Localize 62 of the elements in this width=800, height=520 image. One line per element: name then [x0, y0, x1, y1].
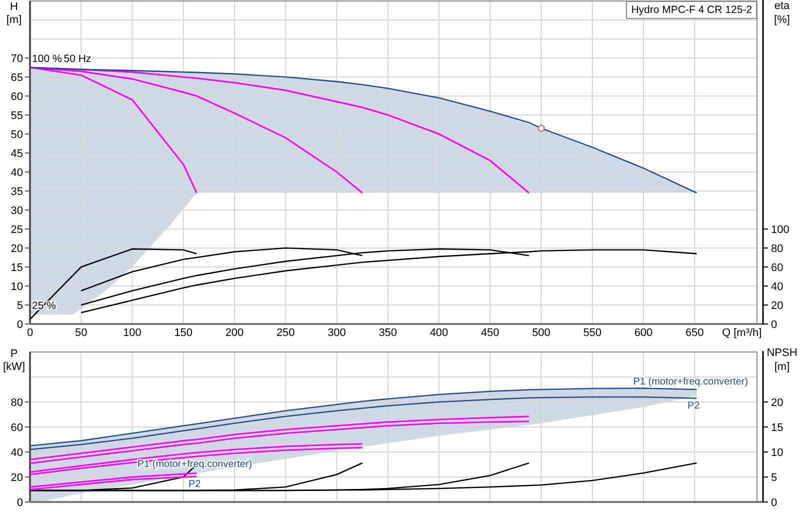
axis-unit: [%] — [774, 14, 790, 26]
curve-label: P1 (motor+freq.converter) — [633, 376, 748, 388]
tick-label: 0 — [771, 497, 778, 509]
axis-title: P — [10, 348, 18, 360]
tick-label: 40 — [10, 447, 23, 459]
tick-label: 100 — [771, 224, 790, 236]
tick-label: 650 — [685, 327, 704, 339]
tick-label: 15 — [771, 422, 784, 434]
curve-label: P1 (motor+freq.converter) — [137, 459, 252, 470]
tick-label: 70 — [10, 53, 23, 65]
tick-label: 25 — [10, 224, 23, 236]
axis-title: Q [m³/h] — [722, 327, 762, 339]
tick-label: 0 — [26, 327, 34, 339]
tick-label: 50 — [10, 129, 23, 141]
tick-label: 20 — [771, 300, 784, 312]
tick-label: 500 — [532, 327, 550, 339]
axis-unit: [m] — [6, 14, 22, 26]
tick-label: 60 — [10, 422, 23, 434]
curve-label: P2 — [687, 400, 700, 412]
tick-label: 60 — [10, 91, 23, 103]
axis-title: NPSH — [766, 347, 798, 359]
tick-label: 150 — [174, 327, 193, 339]
tick-label: 200 — [225, 327, 244, 339]
tick-label: 15 — [10, 262, 23, 274]
tick-label: 600 — [634, 327, 653, 339]
tick-label: 30 — [10, 205, 23, 217]
legend-box: Hydro MPC-F 4 CR 125-2 — [626, 1, 757, 19]
axis-unit: [m] — [774, 361, 790, 373]
tick-label: 50 — [75, 327, 88, 339]
curve-label: 50 Hz — [64, 52, 92, 65]
tick-label: 250 — [276, 327, 295, 339]
axis-title: eta — [774, 0, 790, 12]
tick-label: 0 — [16, 319, 23, 331]
tick-label: 10 — [771, 447, 784, 459]
curve-label: P2 — [188, 479, 201, 490]
tick-label: 40 — [10, 167, 23, 179]
curve-label: 25 % — [32, 300, 56, 312]
tick-label: 40 — [771, 281, 784, 293]
tick-label: 10 — [10, 281, 23, 293]
tick-label: 80 — [771, 243, 784, 255]
tick-label: 65 — [10, 72, 23, 84]
curve-label: 100 % — [32, 52, 62, 65]
tick-label: 5 — [16, 300, 23, 312]
tick-label: 0 — [16, 497, 23, 509]
tick-label: 45 — [10, 148, 23, 160]
tick-label: 0 — [771, 319, 778, 331]
tick-label: 35 — [10, 186, 23, 198]
tick-label: 80 — [10, 397, 23, 409]
axis-unit: [kW] — [3, 361, 25, 373]
tick-label: 20 — [10, 472, 23, 484]
tick-label: 20 — [10, 243, 23, 255]
tick-label: 5 — [771, 472, 778, 484]
tick-label: 55 — [10, 110, 23, 122]
tick-label: 300 — [328, 327, 346, 339]
tick-label: 100 — [123, 327, 142, 339]
tick-label: 350 — [378, 327, 398, 339]
tick-label: 450 — [480, 327, 500, 339]
tick-label: 400 — [430, 327, 448, 339]
axis-title: H — [10, 1, 18, 13]
tick-label: 20 — [771, 397, 784, 409]
tick-label: 550 — [583, 327, 602, 339]
tick-label: 60 — [771, 262, 784, 274]
